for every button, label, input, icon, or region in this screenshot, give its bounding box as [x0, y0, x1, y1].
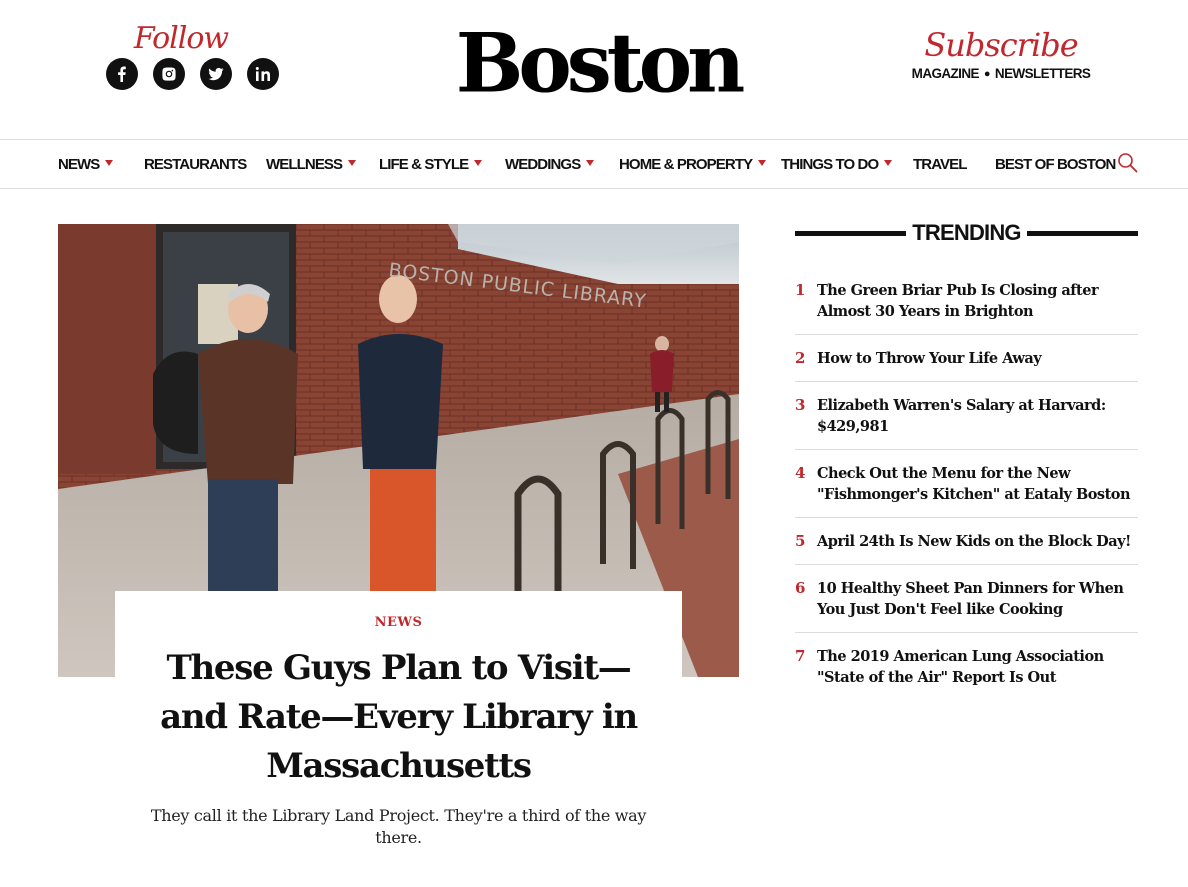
magazine-link[interactable]: MAGAZINE: [912, 66, 980, 81]
trending-number: 4: [795, 464, 806, 482]
divider: [795, 230, 907, 236]
site-logo[interactable]: Boston: [425, 21, 771, 105]
subscribe-link[interactable]: Subscribe: [920, 26, 1082, 64]
nav-item-wellness[interactable]: WELLNESS: [266, 140, 357, 188]
nav-label: NEWS: [58, 155, 100, 173]
trending-item[interactable]: 3 Elizabeth Warren's Salary at Harvard: $…: [795, 382, 1138, 450]
trending-link[interactable]: Check Out the Menu for the New "Fishmong…: [817, 463, 1138, 505]
nav-label: BEST OF BOSTON: [995, 155, 1116, 173]
trending-item[interactable]: 4 Check Out the Menu for the New "Fishmon…: [795, 450, 1138, 518]
search-icon[interactable]: [1117, 152, 1139, 174]
trending-number: 6: [795, 579, 806, 597]
nav-label: LIFE & STYLE: [379, 155, 469, 173]
nav-label: TRAVEL: [913, 155, 967, 173]
nav-item-things-to-do[interactable]: THINGS TO DO: [781, 140, 893, 188]
trending-number: 7: [795, 647, 806, 665]
caret-down-icon: [105, 160, 114, 166]
trending-link[interactable]: The 2019 American Lung Association "Stat…: [817, 646, 1138, 688]
nav-item-life-style[interactable]: LIFE & STYLE: [379, 140, 483, 188]
trending-item[interactable]: 1 The Green Briar Pub Is Closing after Al…: [795, 280, 1138, 335]
trending-link[interactable]: Elizabeth Warren's Salary at Harvard: $4…: [817, 395, 1138, 437]
trending-link[interactable]: 10 Healthy Sheet Pan Dinners for When Yo…: [817, 578, 1138, 620]
nav-item-news[interactable]: NEWS: [58, 140, 114, 188]
nav-item-weddings[interactable]: WEDDINGS: [505, 140, 595, 188]
trending-number: 2: [795, 349, 806, 367]
trending-header: TRENDING: [795, 216, 1138, 250]
facebook-icon[interactable]: [106, 58, 138, 90]
caret-down-icon: [586, 160, 595, 166]
nav-item-restaurants[interactable]: RESTAURANTS: [144, 140, 247, 188]
nav-label: THINGS TO DO: [781, 155, 879, 173]
caret-down-icon: [884, 160, 893, 166]
trending-item[interactable]: 5 April 24th Is New Kids on the Block Day…: [795, 518, 1138, 565]
nav-item-travel[interactable]: TRAVEL: [913, 140, 967, 188]
instagram-icon[interactable]: [153, 58, 185, 90]
trending-number: 3: [795, 396, 806, 414]
trending-item[interactable]: 6 10 Healthy Sheet Pan Dinners for When Y…: [795, 565, 1138, 633]
nav-item-home-property[interactable]: HOME & PROPERTY: [619, 140, 767, 188]
separator-dot: ●: [983, 67, 991, 80]
trending-section: TRENDING 1 The Green Briar Pub Is Closing…: [795, 216, 1138, 688]
linkedin-icon[interactable]: [247, 58, 279, 90]
trending-item[interactable]: 2 How to Throw Your Life Away: [795, 335, 1138, 382]
nav-label: WELLNESS: [266, 155, 343, 173]
trending-number: 5: [795, 532, 806, 550]
follow-label: Follow: [133, 21, 229, 56]
follow-block: Follow: [106, 22, 280, 90]
nav-label: HOME & PROPERTY: [619, 155, 753, 173]
newsletters-link[interactable]: NEWSLETTERS: [995, 66, 1091, 81]
caret-down-icon: [348, 160, 357, 166]
social-links: [106, 58, 280, 90]
site-header: Follow Boston Subscribe MAGAZINE ● NEWSL…: [0, 0, 1188, 139]
trending-link[interactable]: April 24th Is New Kids on the Block Day!: [817, 531, 1131, 552]
main-nav: NEWS RESTAURANTS WELLNESS LIFE & STYLE W…: [0, 139, 1188, 189]
trending-title: TRENDING: [912, 220, 1021, 245]
trending-link[interactable]: The Green Briar Pub Is Closing after Alm…: [817, 280, 1138, 322]
twitter-icon[interactable]: [200, 58, 232, 90]
trending-item[interactable]: 7 The 2019 American Lung Association "Sta…: [795, 633, 1138, 688]
subscribe-links: MAGAZINE ● NEWSLETTERS: [912, 66, 1091, 81]
caret-down-icon: [758, 160, 767, 166]
caret-down-icon: [474, 160, 483, 166]
hero-card: NEWS These Guys Plan to Visit—and Rate—E…: [115, 591, 682, 851]
nav-label: RESTAURANTS: [144, 155, 247, 173]
nav-item-best-of-boston[interactable]: BEST OF BOSTON: [995, 140, 1116, 188]
nav-label: WEDDINGS: [505, 155, 581, 173]
hero-category-link[interactable]: NEWS: [115, 615, 682, 630]
trending-list: 1 The Green Briar Pub Is Closing after Al…: [795, 280, 1138, 688]
hero-title-link[interactable]: These Guys Plan to Visit—and Rate—Every …: [145, 644, 652, 791]
divider: [1026, 230, 1138, 236]
trending-link[interactable]: How to Throw Your Life Away: [817, 348, 1042, 369]
subscribe-block: Subscribe MAGAZINE ● NEWSLETTERS: [912, 26, 1091, 81]
hero-dek: They call it the Library Land Project. T…: [150, 806, 647, 847]
trending-number: 1: [795, 281, 806, 299]
